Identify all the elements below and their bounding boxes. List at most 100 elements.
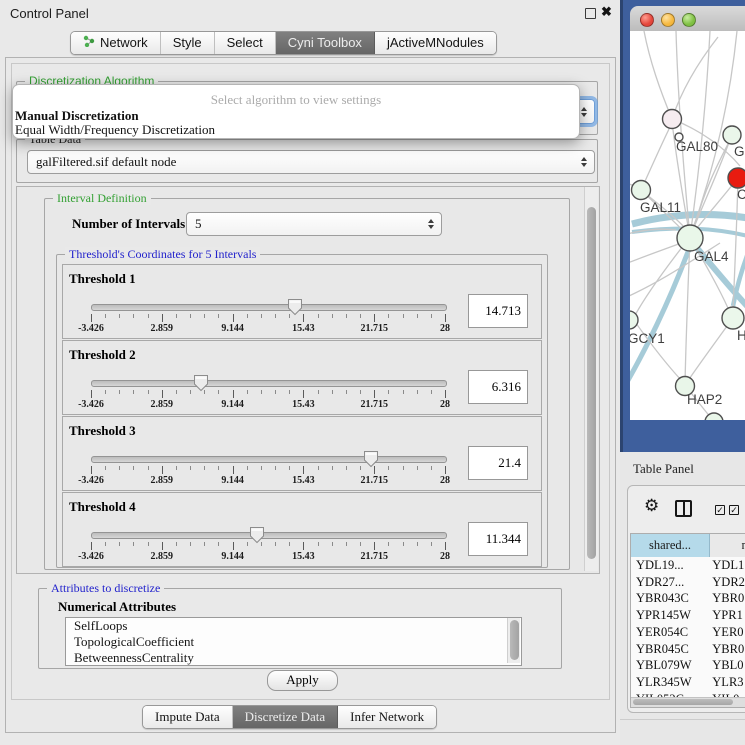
popup-item-manual-discretization[interactable]: Manual Discretization [13, 109, 579, 123]
num-intervals-combo[interactable]: 5 [186, 212, 442, 236]
tab-cyni-toolbox[interactable]: Cyni Toolbox [276, 32, 375, 54]
table-row[interactable]: YBL079WYBL0 [631, 658, 745, 675]
zoom-traffic-light[interactable] [682, 13, 696, 27]
tick-mark [360, 466, 361, 470]
tab-infer-network[interactable]: Infer Network [338, 706, 436, 728]
scale-label: -3.426 [78, 475, 104, 486]
threshold-3-slider-thumb[interactable] [363, 450, 379, 473]
table-row[interactable]: YDR27...YDR2 [631, 574, 745, 591]
tick-mark [204, 314, 205, 318]
threshold-4-slider-track[interactable] [91, 532, 447, 539]
network-edge[interactable] [641, 125, 671, 190]
column-header-name[interactable]: name [710, 534, 745, 557]
tick-mark [318, 314, 319, 318]
node-label: GAL4 [694, 249, 729, 264]
horizontal-scrollbar-thumb[interactable] [633, 699, 733, 705]
network-edge[interactable] [644, 31, 672, 119]
tab-label: Infer Network [350, 706, 424, 728]
network-node[interactable] [630, 311, 638, 329]
tick-mark [332, 314, 333, 318]
scale-label: 28 [440, 475, 450, 486]
table-row[interactable]: YBR045CYBR0 [631, 641, 745, 658]
threshold-2-value-field[interactable]: 6.316 [468, 370, 528, 404]
tab-style[interactable]: Style [161, 32, 215, 54]
scale-label: 9.144 [221, 475, 244, 486]
network-edge[interactable] [630, 249, 689, 394]
network-node[interactable] [677, 225, 703, 251]
scale-label: 28 [440, 323, 450, 334]
table-row[interactable]: YPR145WYPR1 [631, 607, 745, 624]
table-row[interactable]: YDL19...YDL1 [631, 557, 745, 574]
scale-label: 15.43 [292, 551, 315, 562]
vertical-scrollbar[interactable] [584, 187, 598, 571]
network-node[interactable] [663, 110, 682, 129]
network-node[interactable] [728, 168, 745, 188]
minimize-traffic-light[interactable] [661, 13, 675, 27]
threshold-1-slider-track[interactable] [91, 304, 447, 311]
network-node[interactable] [632, 181, 651, 200]
table-row[interactable]: YBR043CYBR0 [631, 591, 745, 608]
apply-button[interactable]: Apply [267, 670, 338, 691]
network-node[interactable] [722, 307, 744, 329]
tick-mark [119, 466, 120, 470]
checkbox-icon[interactable]: ✓ [715, 505, 725, 515]
tick-mark [332, 542, 333, 546]
network-edge[interactable] [685, 322, 730, 385]
close-traffic-light[interactable] [640, 13, 654, 27]
threshold-1-slider-thumb[interactable] [287, 298, 303, 321]
attributes-list[interactable]: SelfLoopsTopologicalCoefficientBetweenne… [65, 617, 522, 666]
threshold-2-slider-thumb[interactable] [193, 374, 209, 397]
attributes-scrollbar-thumb[interactable] [510, 620, 519, 660]
threshold-4-panel: Threshold 4-3.4262.8599.14415.4321.71528… [62, 492, 542, 567]
tick-mark [403, 314, 404, 318]
threshold-4-value-field[interactable]: 11.344 [468, 522, 528, 556]
tab-jactivemnodules[interactable]: jActiveMNodules [375, 32, 496, 54]
node-label: GAL11 [640, 200, 681, 215]
attribute-item-selfloops[interactable]: SelfLoops [66, 618, 521, 634]
tab-select[interactable]: Select [215, 32, 276, 54]
tick-mark [289, 390, 290, 394]
cell-shared-name: YPR145W [631, 608, 710, 623]
table-row[interactable]: YLR345WYLR3 [631, 674, 745, 691]
split-view-icon[interactable] [675, 500, 692, 517]
column-header-shared[interactable]: shared... [631, 534, 710, 557]
tick-mark [303, 466, 304, 474]
tab-label: jActiveMNodules [387, 32, 484, 54]
table-row[interactable]: YER054CYER0 [631, 624, 745, 641]
gear-icon[interactable]: ⚙ [644, 497, 659, 515]
vertical-scrollbar-thumb[interactable] [587, 207, 596, 559]
network-edge[interactable] [630, 242, 684, 266]
table-data-combo[interactable]: galFiltered.sif default node [27, 150, 595, 174]
popup-item-equal-width-frequency-discretization[interactable]: Equal Width/Frequency Discretization [13, 123, 579, 137]
combo-stepper-icon [581, 157, 587, 167]
tick-mark [91, 466, 92, 474]
checkbox-icon[interactable]: ✓ [729, 505, 739, 515]
tick-mark [218, 466, 219, 470]
tick-mark [403, 542, 404, 546]
scale-label: 15.43 [292, 399, 315, 410]
threshold-2-slider-track[interactable] [91, 380, 447, 387]
tick-mark [204, 542, 205, 546]
close-icon[interactable]: ✖ [601, 4, 612, 20]
tab-impute-data[interactable]: Impute Data [143, 706, 233, 728]
cell-shared-name: YDL19... [631, 558, 710, 573]
tab-discretize-data[interactable]: Discretize Data [233, 706, 338, 728]
table-rows: YDL19...YDL1YDR27...YDR2YBR043CYBR0YPR14… [631, 557, 745, 697]
tick-mark [445, 390, 446, 398]
network-canvas[interactable]: GAL80GGAL11CGAL4GCY1HHAP2 [630, 31, 745, 420]
attribute-item-topologicalcoefficient[interactable]: TopologicalCoefficient [66, 634, 521, 650]
threshold-3-slider-track[interactable] [91, 456, 447, 463]
tab-network[interactable]: Network [71, 32, 161, 54]
threshold-1-value-field[interactable]: 14.713 [468, 294, 528, 328]
network-edge[interactable] [633, 237, 690, 319]
network-node[interactable] [723, 126, 741, 144]
horizontal-scrollbar[interactable] [631, 697, 745, 707]
attribute-item-betweennesscentrality[interactable]: BetweennessCentrality [66, 650, 521, 666]
cell-name: YDL1 [710, 558, 745, 573]
threshold-4-slider-thumb[interactable] [249, 526, 265, 549]
tick-mark [332, 390, 333, 394]
tick-mark [133, 390, 134, 394]
float-window-icon[interactable] [585, 8, 596, 19]
threshold-3-value-field[interactable]: 21.4 [468, 446, 528, 480]
attributes-list-scrollbar[interactable] [507, 618, 520, 663]
